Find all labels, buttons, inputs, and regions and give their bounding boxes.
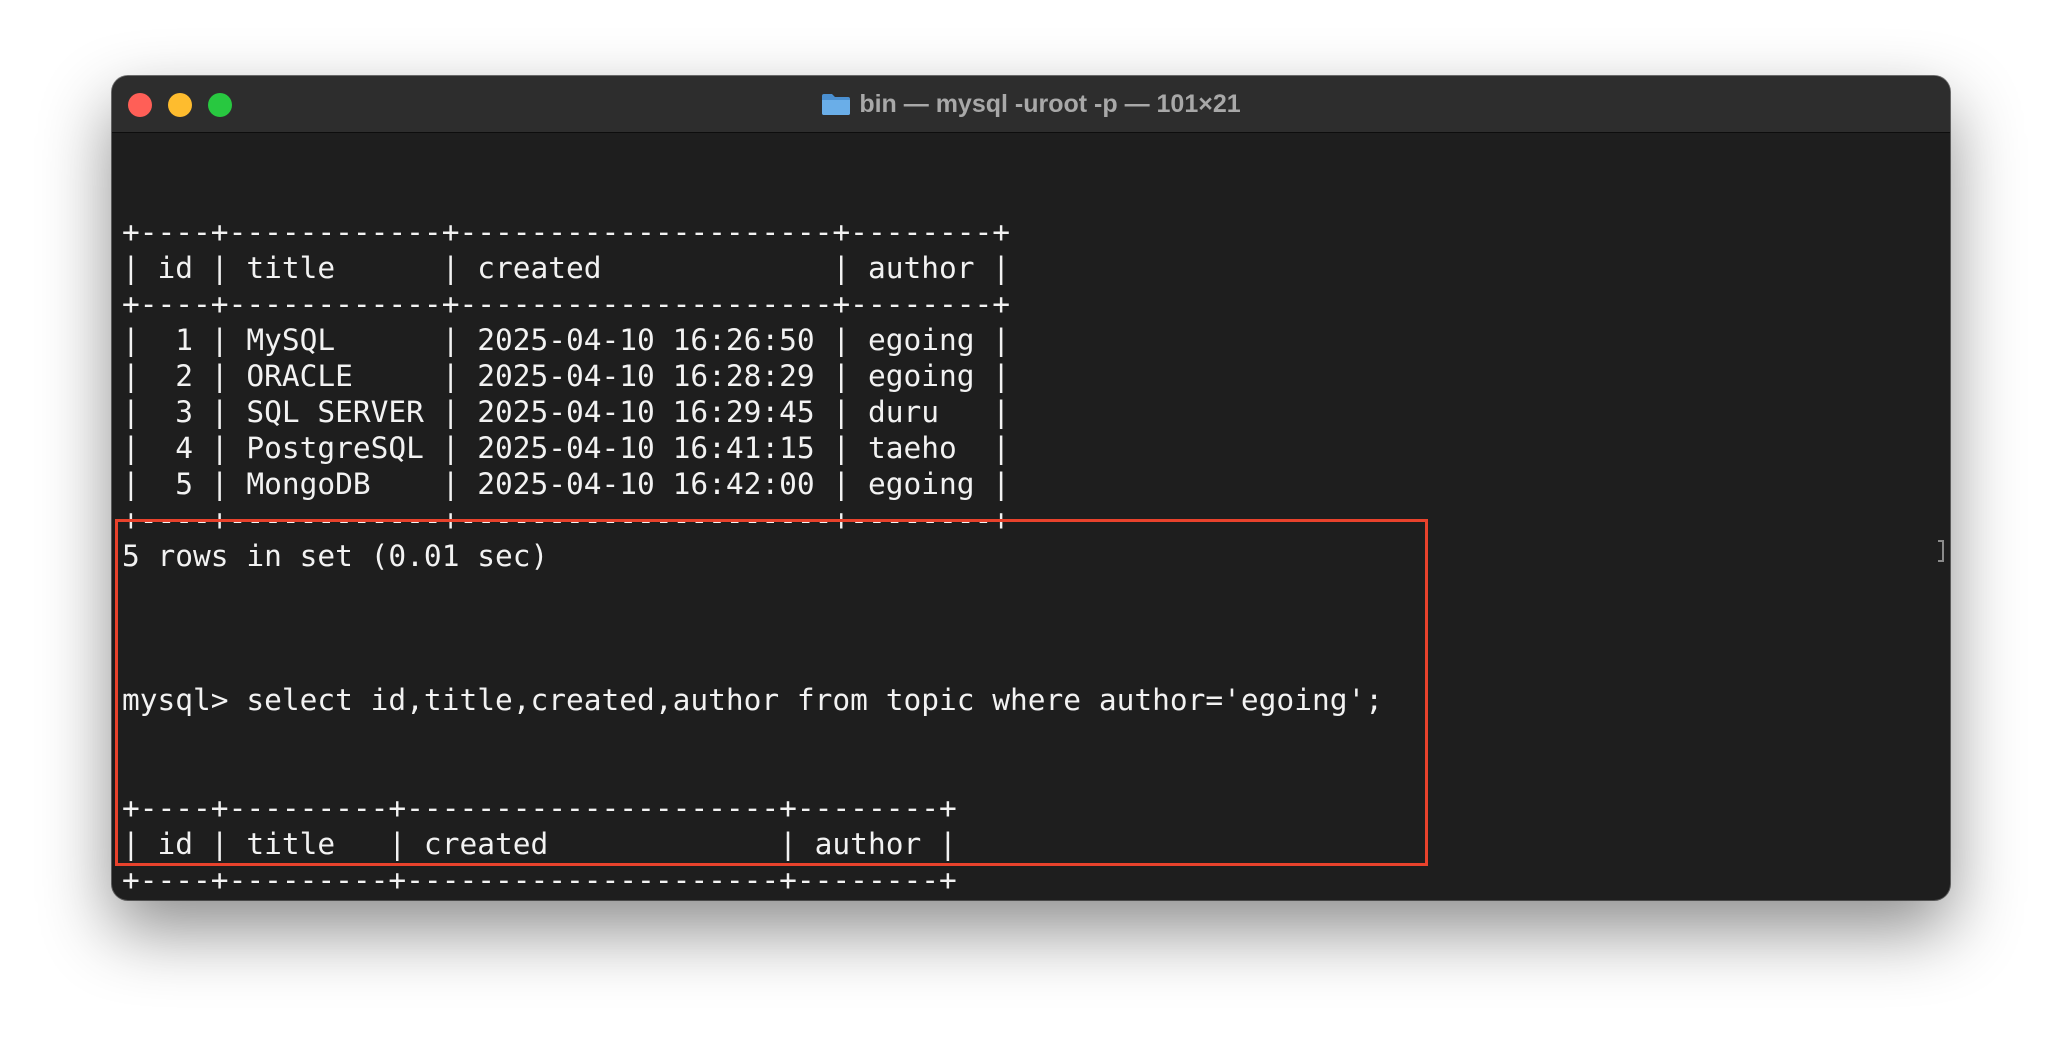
title-bar[interactable]: bin — mysql -uroot -p — 101×21 <box>112 76 1950 133</box>
terminal-line: | 1 | MySQL | 2025-04-10 16:26:50 | egoi… <box>122 898 1950 900</box>
folder-icon <box>821 92 851 116</box>
terminal-line: | id | title | created | author | <box>122 251 1011 285</box>
terminal-line: +----+------------+---------------------… <box>122 287 1011 321</box>
window-title-container: bin — mysql -uroot -p — 101×21 <box>112 76 1950 132</box>
terminal-line: | 4 | PostgreSQL | 2025-04-10 16:41:15 |… <box>122 431 1011 465</box>
terminal-line: +----+------------+---------------------… <box>122 215 1011 249</box>
terminal-line: | 1 | MySQL | 2025-04-10 16:26:50 | egoi… <box>122 323 1011 357</box>
terminal-line: | 5 | MongoDB | 2025-04-10 16:42:00 | eg… <box>122 467 1011 501</box>
highlight-annotation-box <box>115 519 1428 866</box>
terminal-line: | 3 | SQL SERVER | 2025-04-10 16:29:45 |… <box>122 395 1011 429</box>
window-title: bin — mysql -uroot -p — 101×21 <box>859 89 1241 118</box>
cursor-marker <box>1938 540 1944 562</box>
terminal-window: bin — mysql -uroot -p — 101×21 +----+---… <box>112 76 1950 900</box>
terminal-line: | 2 | ORACLE | 2025-04-10 16:28:29 | ego… <box>122 359 1011 393</box>
terminal-line: +----+---------+---------------------+--… <box>122 863 957 897</box>
